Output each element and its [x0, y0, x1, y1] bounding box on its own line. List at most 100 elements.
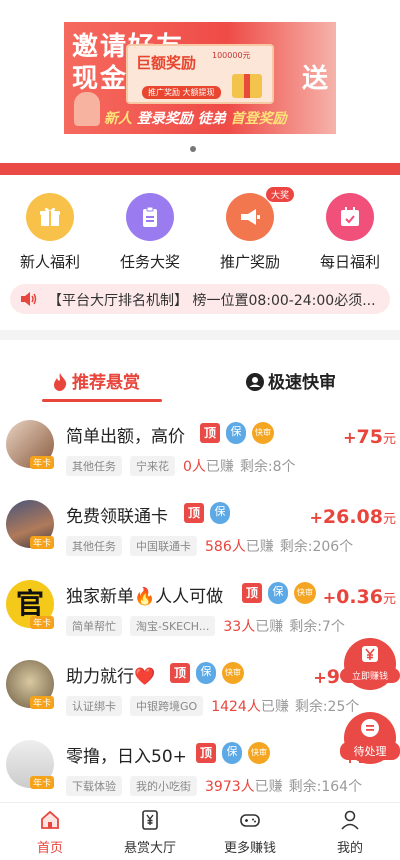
banner-headline-2: 现金	[72, 64, 129, 94]
list-icon	[361, 719, 379, 737]
earned-count: 586人已赚	[205, 536, 274, 556]
task-category: 其他任务	[66, 456, 122, 476]
tab-fast-review[interactable]: 极速快审	[246, 368, 336, 393]
guarantee-tag: 保	[222, 742, 242, 764]
earned-count: 1424人已赚	[211, 696, 289, 716]
annual-card-badge: 年卡	[30, 536, 55, 549]
task-row[interactable]: 年卡 零撸，日入50+ 顶 保 快审 +1 下载体验 我的小吃街 3973人已赚…	[0, 732, 400, 812]
top-tag: 顶	[184, 503, 204, 523]
task-row[interactable]: 年卡 简单出额，高价 顶 保 快审 +75元 其他任务 宁来花 0人已赚 剩余:…	[0, 412, 400, 492]
task-merchant: 宁来花	[130, 456, 175, 476]
notice-bar[interactable]: 【平台大厅排名机制】 榜一位置08:00-24:00必须...	[10, 284, 390, 314]
task-meta: 其他任务 中国联通卡 586人已赚 剩余:206个	[66, 536, 353, 556]
grid-label: 新人福利	[19, 253, 80, 271]
reward-sign: +	[309, 508, 323, 527]
earned-suffix: 已赚	[260, 699, 289, 715]
gift-icon	[26, 193, 74, 241]
clipboard-icon	[126, 193, 174, 241]
earned-suffix: 已赚	[205, 459, 234, 475]
earned-number: 3973人	[205, 779, 255, 795]
banner-illustration	[74, 92, 100, 126]
task-reward: +9	[313, 666, 340, 688]
pending-label: 待处理	[340, 742, 400, 760]
divider-bar	[0, 163, 400, 175]
task-merchant: 中银跨境GO	[130, 696, 204, 716]
task-title: 助力就行❤️	[66, 667, 156, 687]
task-merchant: 淘宝-SKECH...	[130, 616, 216, 636]
task-category: 其他任务	[66, 536, 122, 556]
banner-area: 邀请好友 现金 送 巨额奖励 100000元 推广奖励 大额提现 新人 登录奖励…	[0, 0, 400, 162]
grid-label: 推广奖励	[219, 253, 280, 271]
task-meta: 认证绑卡 中银跨境GO 1424人已赚 剩余:25个	[66, 696, 359, 716]
banner-tagline: 新人 登录奖励 徒弟 首登奖励	[104, 108, 287, 128]
task-reward: +26.08元	[309, 506, 396, 528]
task-meta: 下载体验 我的小吃街 3973人已赚 剩余:164个	[66, 776, 362, 796]
remaining-count: 剩余:25个	[294, 699, 360, 715]
grid-item-task[interactable]: 任务大奖	[100, 185, 200, 275]
feature-grid: 新人福利 任务大奖 大奖 推广奖励 每日福利	[0, 185, 400, 275]
nav-more-earn[interactable]: 更多赚钱	[200, 803, 300, 860]
nav-profile[interactable]: 我的	[300, 803, 400, 860]
banner-card-title: 巨额奖励	[136, 54, 197, 72]
task-row[interactable]: 官 年卡 独家新单🔥人人可做 顶 保 快审 +0.36元 简单帮忙 淘宝-SKE…	[0, 572, 400, 652]
grid-item-newcomer[interactable]: 新人福利	[0, 185, 100, 275]
earned-number: 0人	[183, 459, 206, 475]
annual-card-badge: 年卡	[30, 696, 55, 709]
task-category: 简单帮忙	[66, 616, 122, 636]
fast-review-tag: 快审	[222, 662, 244, 684]
fast-review-tag: 快审	[248, 742, 270, 764]
yuan-icon	[362, 646, 378, 662]
task-row[interactable]: 年卡 免费领联通卡 顶 保 +26.08元 其他任务 中国联通卡 586人已赚 …	[0, 492, 400, 572]
guarantee-tag: 保	[268, 582, 288, 604]
promo-banner[interactable]: 邀请好友 现金 送 巨额奖励 100000元 推广奖励 大额提现 新人 登录奖励…	[64, 22, 336, 134]
task-row[interactable]: 年卡 助力就行❤️ 顶 保 快审 +9 认证绑卡 中银跨境GO 1424人已赚 …	[0, 652, 400, 732]
earned-number: 33人	[223, 619, 256, 635]
task-title: 独家新单🔥人人可做	[66, 587, 224, 607]
earned-count: 33人已赚	[223, 616, 283, 636]
reward-unit: 元	[382, 432, 396, 447]
remaining-count: 剩余:7个	[289, 619, 345, 635]
carousel-indicator[interactable]	[190, 146, 196, 152]
task-tags: 顶 保 快审	[170, 662, 244, 684]
task-title: 简单出额，高价	[66, 427, 185, 447]
tab-label: 推荐悬赏	[72, 373, 140, 393]
banner-card-amount: 100000元	[212, 51, 251, 60]
task-title: 免费领联通卡	[66, 507, 168, 527]
task-merchant: 中国联通卡	[130, 536, 197, 556]
grid-item-promotion[interactable]: 大奖 推广奖励	[200, 185, 300, 275]
task-reward: +0.36元	[323, 586, 396, 608]
annual-card-badge: 年卡	[30, 616, 55, 629]
reward-amount: 0.36	[336, 586, 383, 608]
earned-number: 586人	[205, 539, 246, 555]
grid-item-daily[interactable]: 每日福利	[300, 185, 400, 275]
nav-reward-hall[interactable]: 悬赏大厅	[100, 803, 200, 860]
task-merchant: 我的小吃街	[130, 776, 197, 796]
nav-label: 首页	[36, 841, 63, 856]
reward-unit: 元	[382, 592, 396, 607]
banner-headline-end: 送	[301, 64, 328, 94]
speaker-icon	[21, 292, 37, 306]
reward-amount: 26.08	[322, 506, 383, 528]
fast-review-tag: 快审	[294, 582, 316, 604]
tab-label: 极速快审	[268, 373, 336, 393]
reward-unit: 元	[382, 512, 396, 527]
remaining-count: 剩余:8个	[239, 459, 296, 475]
tab-underline	[42, 399, 162, 402]
nav-label: 更多赚钱	[223, 841, 276, 856]
banner-tagline-a: 新人	[104, 111, 132, 127]
nav-home[interactable]: 首页	[0, 803, 100, 860]
grid-label: 任务大奖	[119, 253, 180, 271]
fast-review-tag: 快审	[252, 422, 274, 444]
bottom-nav: 首页 悬赏大厅 更多赚钱 我的	[0, 802, 400, 860]
earn-now-button[interactable]: 立即赚钱	[340, 638, 400, 690]
task-category: 下载体验	[66, 776, 122, 796]
notice-text: 【平台大厅排名机制】 榜一位置08:00-24:00必须...	[48, 293, 376, 309]
gift-box-icon	[232, 74, 262, 98]
task-meta: 简单帮忙 淘宝-SKECH... 33人已赚 剩余:7个	[66, 616, 345, 636]
pending-button[interactable]: 待处理	[340, 712, 400, 764]
reward-amount: 75	[356, 426, 383, 448]
guarantee-tag: 保	[226, 422, 246, 444]
remaining-count: 剩余:164个	[288, 779, 363, 795]
reward-sign: +	[313, 668, 327, 687]
tab-recommended[interactable]: 推荐悬赏	[52, 368, 140, 393]
